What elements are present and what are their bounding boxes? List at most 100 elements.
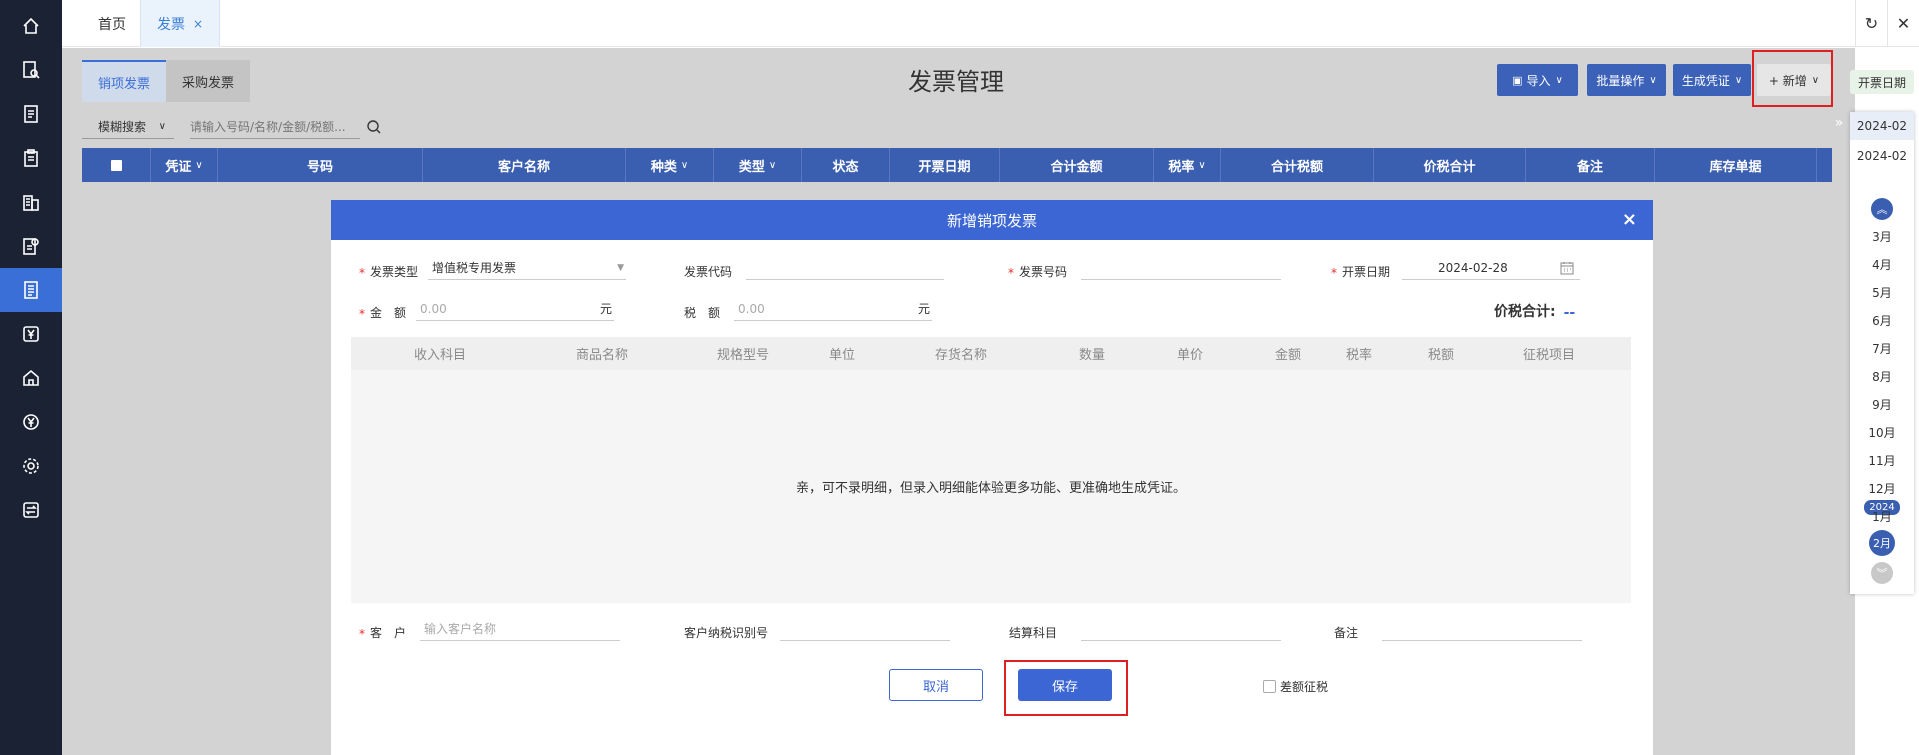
search-doc-icon[interactable] (0, 48, 62, 92)
collapse-panel-icon[interactable]: » (1830, 114, 1848, 132)
col-status: 状态 (802, 148, 890, 182)
detail-table-body[interactable]: 亲，可不录明细，但录入明细能体验更多功能、更准确地生成凭证。 (351, 370, 1631, 603)
tab-close-icon[interactable]: × (193, 17, 203, 31)
price-tax-total: 价税合计: -- (1494, 301, 1575, 321)
invoice-icon[interactable] (0, 268, 62, 312)
tax-amount-input[interactable]: 0.00 元 (734, 297, 933, 321)
month-item[interactable]: 10月 (1850, 421, 1914, 443)
customer-tax-id-field: 客户纳税识别号 (684, 617, 951, 641)
date-item[interactable]: 2024-02 (1850, 142, 1914, 170)
settle-account-label: 结算科目 (1009, 626, 1058, 640)
col-type[interactable]: 类型 ∨ (714, 148, 802, 182)
batch-operations-button[interactable]: 批量操作 ∨ (1587, 64, 1666, 96)
chevron-down-icon: ∨ (1649, 74, 1657, 86)
calendar-icon[interactable] (1560, 261, 1574, 275)
import-label: 导入 (1526, 73, 1551, 88)
col-total-tax: 合计税额 (1221, 148, 1374, 182)
checkbox-icon (110, 159, 122, 171)
col-tax-rate[interactable]: 税率 ∨ (1154, 148, 1221, 182)
col-tax-rate-label: 税率 (1168, 159, 1195, 175)
col-total-amount: 合计金额 (1000, 148, 1154, 182)
search-icon[interactable] (366, 119, 382, 135)
invoice-code-label: 发票代码 (684, 265, 733, 279)
list-icon[interactable] (0, 92, 62, 136)
settle-account-input[interactable] (1081, 617, 1282, 641)
invoice-date-value: 2024-02-28 (1438, 260, 1508, 275)
required-mark: * (1331, 266, 1337, 280)
month-item[interactable]: 11月 (1850, 449, 1914, 471)
remark-input[interactable] (1382, 617, 1583, 641)
invoice-type-label: 发票类型 (370, 265, 419, 279)
customer-tax-id-input[interactable] (780, 617, 951, 641)
building-icon[interactable] (0, 180, 62, 224)
refresh-icon[interactable]: ↻ (1855, 0, 1887, 47)
col-date: 开票日期 (890, 148, 1000, 182)
tax-amount-placeholder: 0.00 (738, 301, 765, 316)
tab-purchase-invoice[interactable]: 采购发票 (166, 60, 251, 102)
clipboard-icon[interactable] (0, 136, 62, 180)
customer-input[interactable]: 输入客户名称 (420, 617, 621, 641)
month-item[interactable]: 4月 (1850, 253, 1914, 275)
import-button[interactable]: ▣ 导入 ∨ (1497, 64, 1578, 96)
month-item[interactable]: 1月 (1850, 505, 1914, 527)
yen-circle-icon[interactable] (0, 400, 62, 444)
tab-sales-invoice[interactable]: 销项发票 (82, 60, 167, 102)
tax-amount-unit: 元 (918, 302, 931, 316)
month-item[interactable]: 12月 (1850, 477, 1914, 499)
diff-tax-label: 差额征税 (1280, 680, 1329, 694)
chevron-down-icon: ∨ (195, 159, 203, 171)
amount-input[interactable]: 0.00 元 (416, 297, 615, 321)
scroll-down-icon[interactable]: ︾ (1871, 562, 1893, 584)
month-item[interactable]: 9月 (1850, 393, 1914, 415)
detail-table-header: 收入科目 商品名称 规格型号 单位 存货名称 数量 单价 金额 税率 税额 征税… (351, 337, 1631, 370)
month-item[interactable]: 8月 (1850, 365, 1914, 387)
month-item[interactable]: 3月 (1850, 225, 1914, 247)
select-all-checkbox[interactable] (82, 148, 151, 182)
col-voucher[interactable]: 凭证 ∨ (151, 148, 218, 182)
search-input[interactable] (190, 115, 360, 139)
invoice-grid-header: 凭证 ∨ 号码 客户名称 种类 ∨ 类型 ∨ 状态 开票日期 合计金额 税率 ∨ 合计税… (82, 148, 1832, 182)
doc-settings-icon[interactable] (0, 224, 62, 268)
chevron-down-icon: ∨ (680, 159, 689, 171)
close-all-icon[interactable]: ✕ (1887, 0, 1919, 47)
col-stock-doc: 库存单据 (1655, 148, 1817, 182)
month-item[interactable]: 6月 (1850, 309, 1914, 331)
price-tax-total-label: 价税合计: (1494, 304, 1556, 320)
detail-col: 征税项目 (1523, 348, 1576, 363)
month-item[interactable]: 5月 (1850, 281, 1914, 303)
search-mode-label: 模糊搜索 (98, 120, 147, 134)
invoice-date-filter-label[interactable]: 开票日期 (1850, 70, 1914, 94)
caret-down-icon: ▼ (617, 262, 625, 273)
col-kind[interactable]: 种类 ∨ (626, 148, 714, 182)
diff-tax-checkbox[interactable]: 差额征税 (1263, 678, 1328, 695)
date-panel: 2024-02 2024-02 ︽ 3月 4月 5月 6月 7月 8月 9月 1… (1850, 112, 1914, 594)
warehouse-icon[interactable] (0, 356, 62, 400)
voucher-label: 生成凭证 (1681, 73, 1730, 88)
col-number-label: 号码 (306, 159, 333, 175)
yen-icon[interactable] (0, 312, 62, 356)
invoice-code-field: 发票代码 (684, 256, 945, 280)
generate-voucher-button[interactable]: 生成凭证 ∨ (1673, 64, 1751, 96)
current-month[interactable]: 2月 (1869, 530, 1895, 556)
invoice-code-input[interactable] (746, 256, 945, 280)
scroll-up-icon[interactable]: ︽ (1871, 198, 1893, 220)
invoice-date-input[interactable]: 2024-02-28 (1402, 256, 1581, 280)
date-item[interactable]: 2024-02 (1850, 112, 1914, 140)
remark-label: 备注 (1334, 626, 1359, 640)
amount-label: 金 额 (370, 306, 407, 320)
col-status-label: 状态 (832, 159, 859, 175)
invoice-number-input[interactable] (1081, 256, 1282, 280)
required-mark: * (359, 627, 365, 641)
transfer-icon[interactable] (0, 488, 62, 532)
required-mark: * (1008, 266, 1014, 280)
home-icon[interactable] (0, 4, 62, 48)
tab-invoice-label: 发票 (156, 16, 185, 33)
gear-icon[interactable] (0, 444, 62, 488)
col-price-tax-total-label: 价税合计 (1423, 159, 1476, 175)
month-item[interactable]: 7月 (1850, 337, 1914, 359)
close-icon[interactable]: × (1622, 209, 1637, 230)
tab-invoice[interactable]: 发票 × (140, 0, 220, 47)
invoice-type-select[interactable]: 增值税专用发票 ▼ (428, 256, 627, 280)
cancel-button[interactable]: 取消 (889, 669, 983, 701)
search-mode-select[interactable]: 模糊搜索 ∨ (82, 115, 174, 139)
